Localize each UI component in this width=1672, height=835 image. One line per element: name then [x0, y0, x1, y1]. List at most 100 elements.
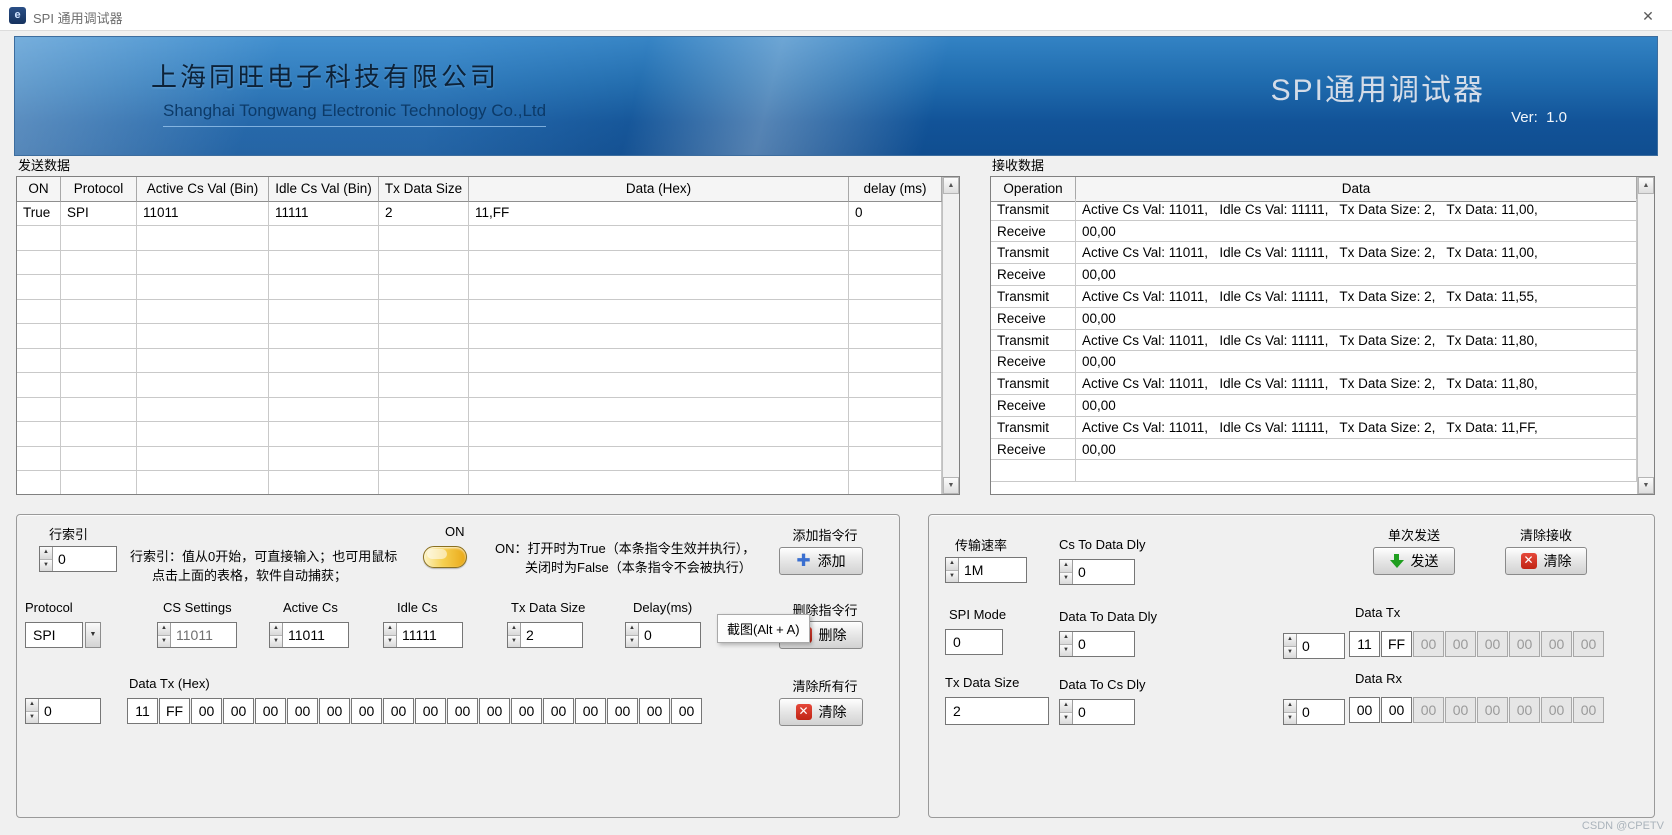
send-table-cell[interactable]: 11111	[269, 201, 379, 226]
hex-byte-cell[interactable]: 00	[543, 698, 574, 724]
send-table-cell-empty[interactable]	[137, 373, 269, 398]
clear-receive-button[interactable]: ✕ 清除	[1505, 547, 1587, 575]
active-cs-value[interactable]: 11011	[283, 623, 348, 647]
spinner-up-icon[interactable]: ▲	[626, 623, 638, 636]
send-table-cell-empty[interactable]	[17, 373, 61, 398]
hex-byte-cell[interactable]: 00	[671, 698, 702, 724]
send-table-cell-empty[interactable]	[469, 275, 849, 300]
hex-byte-cell[interactable]: 00	[415, 698, 446, 724]
send-table-cell-empty[interactable]	[17, 299, 61, 324]
spinner-down-icon[interactable]: ▼	[158, 635, 170, 647]
spinner-down-icon[interactable]: ▼	[626, 635, 638, 647]
send-table-cell-empty[interactable]	[379, 446, 469, 471]
protocol-dropdown[interactable]: SPI ▼	[25, 622, 101, 648]
send-table-cell-empty[interactable]	[849, 226, 942, 251]
receive-table-cell-empty[interactable]	[1076, 460, 1637, 483]
receive-table-cell[interactable]: 00,00	[1076, 264, 1637, 286]
hex-byte-cell[interactable]: 00	[511, 698, 542, 724]
spinner-down-icon[interactable]: ▼	[384, 635, 396, 647]
hex-byte-cell[interactable]: 00	[1381, 697, 1412, 723]
hex-byte-cell[interactable]: 00	[255, 698, 286, 724]
spinner-up-icon[interactable]: ▲	[1284, 700, 1296, 713]
hex-byte-cell[interactable]: 00	[319, 698, 350, 724]
send-table-cell-empty[interactable]	[61, 348, 137, 373]
send-table-cell-empty[interactable]	[379, 373, 469, 398]
send-table-cell-empty[interactable]	[17, 250, 61, 275]
send-table-cell-empty[interactable]	[61, 324, 137, 349]
hex-byte-cell[interactable]: 00	[1349, 697, 1380, 723]
hex-byte-cell[interactable]: 00	[223, 698, 254, 724]
scroll-track[interactable]	[943, 194, 959, 477]
send-table-cell-empty[interactable]	[849, 373, 942, 398]
send-table-cell-empty[interactable]	[849, 348, 942, 373]
send-table-cell-empty[interactable]	[849, 397, 942, 422]
hex-byte-cell[interactable]: 00	[607, 698, 638, 724]
spi-mode-value[interactable]: 0	[945, 629, 1003, 655]
receive-table-cell[interactable]: 00,00	[1076, 307, 1637, 330]
scroll-down-icon[interactable]: ▼	[943, 477, 959, 494]
send-table-cell-empty[interactable]	[849, 275, 942, 300]
send-table-scrollbar[interactable]: ▲ ▼	[942, 177, 959, 494]
scroll-up-icon[interactable]: ▲	[1638, 177, 1654, 194]
spinner-down-icon[interactable]: ▼	[1060, 572, 1072, 584]
spinner-down-icon[interactable]: ▼	[1284, 712, 1296, 724]
hex-byte-cell[interactable]: 00	[479, 698, 510, 724]
on-toggle[interactable]	[423, 546, 467, 568]
data-to-cs-dly-value[interactable]: 0	[1073, 700, 1134, 724]
send-table-cell-empty[interactable]	[137, 250, 269, 275]
receive-table-cell[interactable]: Transmit	[991, 242, 1076, 265]
send-table-cell[interactable]: True	[17, 201, 61, 226]
send-table-cell-empty[interactable]	[137, 348, 269, 373]
send-table-cell[interactable]: SPI	[61, 201, 137, 226]
send-table-cell-empty[interactable]	[469, 250, 849, 275]
receive-table-cell[interactable]: Active Cs Val: 11011, Idle Cs Val: 11111…	[1076, 242, 1637, 265]
receive-table-cell[interactable]: Transmit	[991, 198, 1076, 221]
receive-table-cell[interactable]: Receive	[991, 438, 1076, 461]
send-table-cell-empty[interactable]	[137, 397, 269, 422]
spinner-up-icon[interactable]: ▲	[270, 623, 282, 636]
receive-table-cell[interactable]: Active Cs Val: 11011, Idle Cs Val: 11111…	[1076, 416, 1637, 439]
send-table-cell-empty[interactable]	[469, 422, 849, 447]
spinner-down-icon[interactable]: ▼	[40, 559, 52, 571]
send-table-cell-empty[interactable]	[379, 422, 469, 447]
add-row-button[interactable]: ✚ 添加	[779, 547, 863, 575]
receive-table-cell[interactable]: Transmit	[991, 373, 1076, 395]
send-button[interactable]: 发送	[1373, 547, 1455, 575]
spinner-up-icon[interactable]: ▲	[508, 623, 520, 636]
receive-table-cell[interactable]: Receive	[991, 351, 1076, 374]
send-table-cell-empty[interactable]	[269, 275, 379, 300]
data-tx-index-value[interactable]: 0	[39, 699, 100, 723]
send-table-cell[interactable]: 11,FF	[469, 201, 849, 226]
receive-table-cell[interactable]: Transmit	[991, 329, 1076, 352]
close-button[interactable]: ✕	[1638, 6, 1658, 26]
send-table-cell-empty[interactable]	[17, 446, 61, 471]
send-table-cell-empty[interactable]	[469, 446, 849, 471]
send-table-cell-empty[interactable]	[379, 226, 469, 251]
hex-byte-cell[interactable]: 11	[127, 698, 158, 724]
send-table-cell-empty[interactable]	[137, 299, 269, 324]
transfer-rate-value[interactable]: 1M	[959, 558, 1026, 582]
delay-value[interactable]: 0	[639, 623, 700, 647]
send-table-cell-empty[interactable]	[379, 299, 469, 324]
send-table-cell-empty[interactable]	[269, 324, 379, 349]
send-table-cell-empty[interactable]	[269, 299, 379, 324]
spinner-up-icon[interactable]: ▲	[26, 699, 38, 712]
send-table-cell-empty[interactable]	[849, 422, 942, 447]
spinner-down-icon[interactable]: ▼	[508, 635, 520, 647]
send-table-cell-empty[interactable]	[17, 471, 61, 494]
send-table-cell-empty[interactable]	[17, 275, 61, 300]
row-index-value[interactable]: 0	[53, 547, 116, 571]
receive-table-cell[interactable]: Active Cs Val: 11011, Idle Cs Val: 11111…	[1076, 373, 1637, 395]
data-to-data-dly-value[interactable]: 0	[1073, 632, 1134, 656]
hex-byte-cell[interactable]: 00	[447, 698, 478, 724]
send-table-cell-empty[interactable]	[137, 446, 269, 471]
send-table-cell-empty[interactable]	[61, 471, 137, 494]
send-table-cell-empty[interactable]	[469, 373, 849, 398]
data-tx-index-value[interactable]: 0	[1297, 634, 1344, 658]
receive-table-cell[interactable]: Active Cs Val: 11011, Idle Cs Val: 11111…	[1076, 198, 1637, 221]
send-table-cell-empty[interactable]	[849, 250, 942, 275]
send-table-cell-empty[interactable]	[17, 324, 61, 349]
spinner-down-icon[interactable]: ▼	[270, 635, 282, 647]
send-table-cell-empty[interactable]	[61, 422, 137, 447]
spinner-up-icon[interactable]: ▲	[946, 558, 958, 571]
